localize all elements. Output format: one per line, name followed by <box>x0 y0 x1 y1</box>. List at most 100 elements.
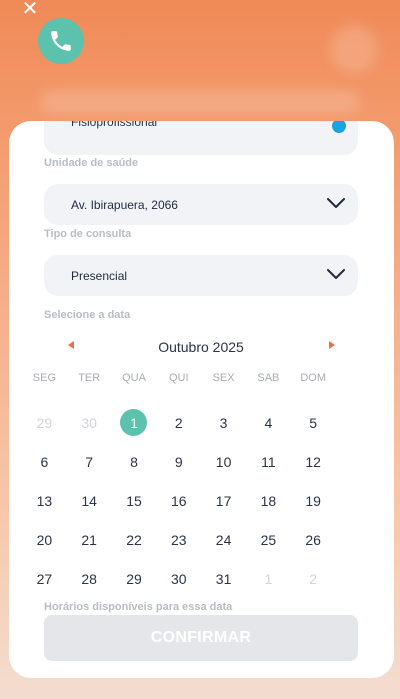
calendar-day-number: 1 <box>264 570 273 587</box>
calendar-day[interactable]: 11 <box>246 442 291 481</box>
calendar-day-number: 6 <box>40 453 49 470</box>
calendar-day[interactable]: 29 <box>112 559 157 598</box>
calendar-grid: SEG TER QUA QUI SEX SAB DOM 29 30 1 2 3 4 5 6 7 8 9 10 11 1… <box>22 372 381 598</box>
chevron-down-icon <box>327 198 345 208</box>
selected-indicator <box>332 121 346 133</box>
unit-value: Av. Ibirapuera, 2066 <box>71 198 178 212</box>
calendar-day[interactable]: 5 <box>291 403 336 442</box>
calendar-day-selected[interactable]: 1 <box>112 403 157 442</box>
calendar-day-number: 15 <box>126 492 142 509</box>
calendar-day-number: 16 <box>170 492 187 509</box>
calendar-day[interactable]: 8 <box>112 442 157 481</box>
calendar-day-number: 28 <box>81 570 97 587</box>
calendar-day-number: 5 <box>309 414 318 431</box>
calendar-header: Outubro 2025 <box>44 336 358 360</box>
close-icon[interactable]: ✕ <box>20 0 40 18</box>
calendar-day[interactable]: 2 <box>156 403 201 442</box>
calendar-day[interactable]: 28 <box>67 559 112 598</box>
weekday-label: SAB <box>257 372 280 384</box>
calendar-day[interactable]: 16 <box>156 481 201 520</box>
calendar-day[interactable]: 18 <box>246 481 291 520</box>
calendar-day[interactable]: 31 <box>201 559 246 598</box>
chevron-down-icon <box>327 269 345 279</box>
background-blur <box>40 90 360 114</box>
calendar-day[interactable]: 3 <box>201 403 246 442</box>
calendar-day-number: 10 <box>215 453 232 470</box>
calendar-day[interactable]: 6 <box>22 442 67 481</box>
calendar-day-number: 23 <box>170 531 187 548</box>
calendar-day[interactable]: 23 <box>156 520 201 559</box>
calendar-day[interactable]: 7 <box>67 442 112 481</box>
calendar-day[interactable]: 21 <box>67 520 112 559</box>
unit-select[interactable]: Av. Ibirapuera, 2066 <box>44 184 358 225</box>
calendar-day-number: 9 <box>174 453 183 470</box>
calendar-day[interactable]: 25 <box>246 520 291 559</box>
weekday-label: DOM <box>300 372 327 384</box>
calendar-day-number: 11 <box>261 453 276 470</box>
booking-sheet: Fisioprofissional Unidade de saúde Av. I… <box>9 121 394 678</box>
calendar-day[interactable]: 22 <box>112 520 157 559</box>
calendar-day-number: 1 <box>120 409 148 436</box>
calendar-day[interactable]: 20 <box>22 520 67 559</box>
consult-value: Presencial <box>71 269 128 283</box>
phone-button[interactable] <box>38 18 84 64</box>
calendar-days: 29 30 1 2 3 4 5 6 7 8 9 10 11 12 13 14 15 16 17 18 19 20 21 22 2… <box>22 403 381 598</box>
professional-value: Fisioprofissional <box>71 121 158 129</box>
weekday-label: SEG <box>32 372 57 384</box>
calendar-day-number: 21 <box>81 531 97 548</box>
calendar-day-number: 29 <box>126 570 142 587</box>
calendar-day-number: 2 <box>174 414 183 431</box>
calendar-day[interactable]: 27 <box>22 559 67 598</box>
calendar-day: 2 <box>291 559 336 598</box>
calendar-day-number: 7 <box>85 453 94 470</box>
calendar-day-number: 20 <box>36 531 53 548</box>
consult-label: Tipo de consulta <box>44 228 132 240</box>
calendar-day-number: 3 <box>219 414 228 431</box>
calendar-day[interactable]: 12 <box>291 442 336 481</box>
calendar-day[interactable]: 30 <box>156 559 201 598</box>
calendar-day-number: 19 <box>305 492 321 509</box>
calendar-day-number: 31 <box>215 570 232 587</box>
background-blur <box>330 25 378 73</box>
calendar-day[interactable]: 4 <box>246 403 291 442</box>
calendar-day-number: 30 <box>170 570 187 587</box>
calendar-day-number: 17 <box>215 492 232 509</box>
calendar-day[interactable]: 10 <box>201 442 246 481</box>
calendar-day[interactable]: 14 <box>67 481 112 520</box>
weekday-label: QUA <box>122 372 146 384</box>
calendar-day: 29 <box>22 403 67 442</box>
calendar-day: 1 <box>246 559 291 598</box>
calendar-day-number: 14 <box>81 492 97 509</box>
calendar-day-number: 12 <box>305 453 321 470</box>
calendar-day[interactable]: 26 <box>291 520 336 559</box>
weekday-label: TER <box>78 372 101 384</box>
calendar-month: Outubro 2025 <box>158 339 244 355</box>
calendar-day: 30 <box>67 403 112 442</box>
professional-select[interactable]: Fisioprofissional <box>44 121 358 155</box>
calendar-day[interactable]: 17 <box>201 481 246 520</box>
calendar-day-number: 24 <box>215 531 232 548</box>
calendar-day-number: 22 <box>126 531 142 548</box>
weekday-label: QUI <box>169 372 189 384</box>
calendar-day[interactable]: 15 <box>112 481 157 520</box>
calendar-day-number: 8 <box>130 453 138 470</box>
weekday-row: SEG TER QUA QUI SEX SAB DOM <box>22 372 381 392</box>
calendar-day-number: 30 <box>81 414 97 431</box>
calendar-day[interactable]: 13 <box>22 481 67 520</box>
calendar-day-number: 2 <box>309 570 318 587</box>
consult-select[interactable]: Presencial <box>44 255 358 296</box>
slots-label: Horários disponíveis para essa data <box>44 601 233 613</box>
calendar-day[interactable]: 24 <box>201 520 246 559</box>
weekday-label: SEX <box>212 372 235 384</box>
calendar-day-number: 26 <box>305 531 321 548</box>
calendar-day-number: 4 <box>264 414 273 431</box>
calendar-day-number: 13 <box>36 492 53 509</box>
confirm-button[interactable]: CONFIRMAR <box>44 615 358 661</box>
calendar-day-number: 29 <box>36 414 53 431</box>
calendar-day[interactable]: 9 <box>156 442 201 481</box>
calendar-day[interactable]: 19 <box>291 481 336 520</box>
calendar-day-number: 18 <box>260 492 277 509</box>
calendar-day-number: 25 <box>260 531 277 548</box>
unit-label: Unidade de saúde <box>44 157 139 169</box>
chevron-right-icon[interactable] <box>329 341 335 349</box>
